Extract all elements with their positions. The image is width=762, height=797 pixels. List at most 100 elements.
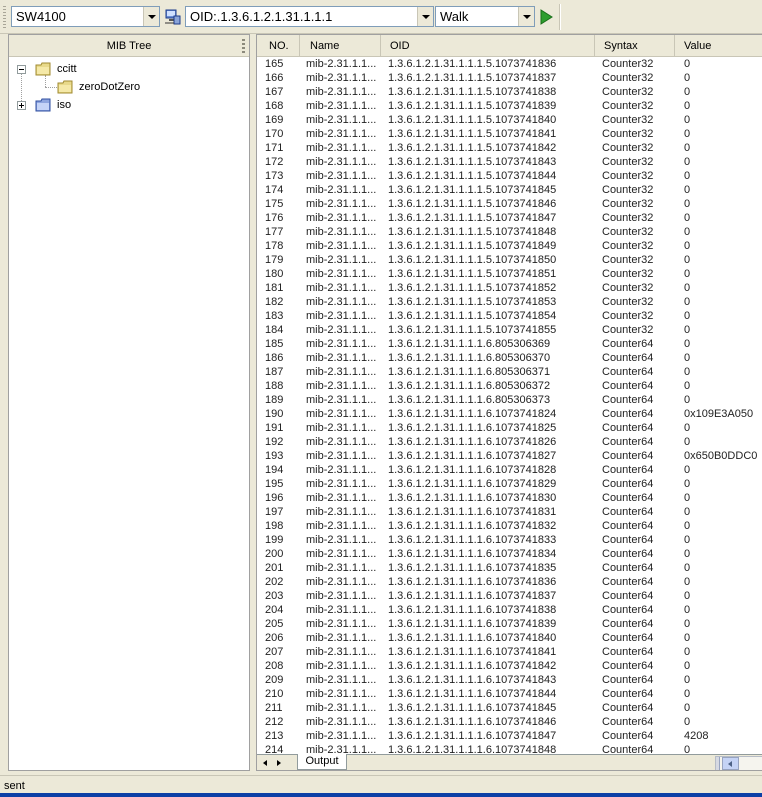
row-value: 0 bbox=[684, 464, 691, 476]
row-oid: 1.3.6.1.2.1.31.1.1.1.5.1073741839 bbox=[388, 100, 557, 112]
table-row[interactable]: 200 mib-2.31.1.1... 1.3.6.1.2.1.31.1.1.1.6… bbox=[257, 547, 762, 561]
table-row[interactable]: 182 mib-2.31.1.1... 1.3.6.1.2.1.31.1.1.1.5… bbox=[257, 295, 762, 309]
table-row[interactable]: 194 mib-2.31.1.1... 1.3.6.1.2.1.31.1.1.1.6… bbox=[257, 463, 762, 477]
network-icon[interactable] bbox=[165, 9, 181, 25]
table-row[interactable]: 202 mib-2.31.1.1... 1.3.6.1.2.1.31.1.1.1.6… bbox=[257, 575, 762, 589]
scroll-left-icon[interactable] bbox=[722, 757, 739, 770]
collapse-icon[interactable] bbox=[17, 65, 26, 74]
table-row[interactable]: 172 mib-2.31.1.1... 1.3.6.1.2.1.31.1.1.1.5… bbox=[257, 155, 762, 169]
table-row[interactable]: 178 mib-2.31.1.1... 1.3.6.1.2.1.31.1.1.1.5… bbox=[257, 239, 762, 253]
column-header-oid[interactable]: OID bbox=[381, 35, 595, 57]
tree-node-ccitt[interactable]: ccitt bbox=[17, 60, 137, 78]
table-row[interactable]: 165 mib-2.31.1.1... 1.3.6.1.2.1.31.1.1.1.5… bbox=[257, 57, 762, 71]
table-row[interactable]: 185 mib-2.31.1.1... 1.3.6.1.2.1.31.1.1.1.6… bbox=[257, 337, 762, 351]
table-row[interactable]: 176 mib-2.31.1.1... 1.3.6.1.2.1.31.1.1.1.5… bbox=[257, 211, 762, 225]
table-row[interactable]: 197 mib-2.31.1.1... 1.3.6.1.2.1.31.1.1.1.6… bbox=[257, 505, 762, 519]
row-name: mib-2.31.1.1... bbox=[306, 730, 377, 742]
row-name: mib-2.31.1.1... bbox=[306, 674, 377, 686]
table-row[interactable]: 198 mib-2.31.1.1... 1.3.6.1.2.1.31.1.1.1.6… bbox=[257, 519, 762, 533]
table-row[interactable]: 183 mib-2.31.1.1... 1.3.6.1.2.1.31.1.1.1.5… bbox=[257, 309, 762, 323]
tree-node-iso[interactable]: iso bbox=[17, 96, 137, 114]
row-oid: 1.3.6.1.2.1.31.1.1.1.5.1073741850 bbox=[388, 254, 557, 266]
tree-node-zerodotzero[interactable]: zeroDotZero bbox=[57, 78, 197, 96]
table-row[interactable]: 213 mib-2.31.1.1... 1.3.6.1.2.1.31.1.1.1.6… bbox=[257, 729, 762, 743]
run-icon[interactable] bbox=[538, 8, 554, 26]
table-row[interactable]: 205 mib-2.31.1.1... 1.3.6.1.2.1.31.1.1.1.6… bbox=[257, 617, 762, 631]
table-row[interactable]: 186 mib-2.31.1.1... 1.3.6.1.2.1.31.1.1.1.6… bbox=[257, 351, 762, 365]
column-header-name[interactable]: Name bbox=[300, 35, 381, 57]
table-row[interactable]: 210 mib-2.31.1.1... 1.3.6.1.2.1.31.1.1.1.6… bbox=[257, 687, 762, 701]
toolbar-grip[interactable] bbox=[3, 6, 6, 28]
grid-body: 165 mib-2.31.1.1... 1.3.6.1.2.1.31.1.1.1.5… bbox=[257, 57, 762, 753]
table-row[interactable]: 181 mib-2.31.1.1... 1.3.6.1.2.1.31.1.1.1.5… bbox=[257, 281, 762, 295]
table-row[interactable]: 196 mib-2.31.1.1... 1.3.6.1.2.1.31.1.1.1.6… bbox=[257, 491, 762, 505]
row-syntax: Counter64 bbox=[602, 562, 654, 574]
tab-scroll-left-icon[interactable] bbox=[263, 760, 267, 766]
table-row[interactable]: 187 mib-2.31.1.1... 1.3.6.1.2.1.31.1.1.1.6… bbox=[257, 365, 762, 379]
row-number: 208 bbox=[265, 660, 284, 672]
table-row[interactable]: 193 mib-2.31.1.1... 1.3.6.1.2.1.31.1.1.1.6… bbox=[257, 449, 762, 463]
table-row[interactable]: 212 mib-2.31.1.1... 1.3.6.1.2.1.31.1.1.1.6… bbox=[257, 715, 762, 729]
row-syntax: Counter32 bbox=[602, 240, 654, 252]
table-row[interactable]: 188 mib-2.31.1.1... 1.3.6.1.2.1.31.1.1.1.6… bbox=[257, 379, 762, 393]
row-value: 0 bbox=[684, 72, 691, 84]
row-name: mib-2.31.1.1... bbox=[306, 380, 377, 392]
row-oid: 1.3.6.1.2.1.31.1.1.1.6.1073741833 bbox=[388, 534, 557, 546]
table-row[interactable]: 174 mib-2.31.1.1... 1.3.6.1.2.1.31.1.1.1.5… bbox=[257, 183, 762, 197]
column-header-syntax[interactable]: Syntax bbox=[595, 35, 675, 57]
row-oid: 1.3.6.1.2.1.31.1.1.1.5.1073741849 bbox=[388, 240, 557, 252]
table-row[interactable]: 168 mib-2.31.1.1... 1.3.6.1.2.1.31.1.1.1.5… bbox=[257, 99, 762, 113]
chevron-down-icon[interactable] bbox=[518, 7, 534, 26]
table-row[interactable]: 180 mib-2.31.1.1... 1.3.6.1.2.1.31.1.1.1.5… bbox=[257, 267, 762, 281]
table-row[interactable]: 177 mib-2.31.1.1... 1.3.6.1.2.1.31.1.1.1.5… bbox=[257, 225, 762, 239]
column-header-no[interactable]: NO. bbox=[257, 35, 300, 57]
table-row[interactable]: 189 mib-2.31.1.1... 1.3.6.1.2.1.31.1.1.1.6… bbox=[257, 393, 762, 407]
row-syntax: Counter32 bbox=[602, 310, 654, 322]
table-row[interactable]: 191 mib-2.31.1.1... 1.3.6.1.2.1.31.1.1.1.6… bbox=[257, 421, 762, 435]
table-row[interactable]: 203 mib-2.31.1.1... 1.3.6.1.2.1.31.1.1.1.6… bbox=[257, 589, 762, 603]
row-syntax: Counter64 bbox=[602, 744, 654, 753]
table-row[interactable]: 214 mib-2.31.1.1... 1.3.6.1.2.1.31.1.1.1.6… bbox=[257, 743, 762, 753]
table-row[interactable]: 166 mib-2.31.1.1... 1.3.6.1.2.1.31.1.1.1.5… bbox=[257, 71, 762, 85]
table-row[interactable]: 169 mib-2.31.1.1... 1.3.6.1.2.1.31.1.1.1.5… bbox=[257, 113, 762, 127]
chevron-down-icon[interactable] bbox=[417, 7, 433, 26]
scrollbar-thumb[interactable] bbox=[716, 757, 720, 770]
table-row[interactable]: 201 mib-2.31.1.1... 1.3.6.1.2.1.31.1.1.1.6… bbox=[257, 561, 762, 575]
row-name: mib-2.31.1.1... bbox=[306, 590, 377, 602]
row-name: mib-2.31.1.1... bbox=[306, 352, 377, 364]
table-row[interactable]: 192 mib-2.31.1.1... 1.3.6.1.2.1.31.1.1.1.6… bbox=[257, 435, 762, 449]
tab-scroll-right-icon[interactable] bbox=[277, 760, 281, 766]
table-row[interactable]: 175 mib-2.31.1.1... 1.3.6.1.2.1.31.1.1.1.5… bbox=[257, 197, 762, 211]
device-combo[interactable]: SW4100 bbox=[11, 6, 160, 27]
expand-icon[interactable] bbox=[17, 101, 26, 110]
table-row[interactable]: 170 mib-2.31.1.1... 1.3.6.1.2.1.31.1.1.1.5… bbox=[257, 127, 762, 141]
table-row[interactable]: 184 mib-2.31.1.1... 1.3.6.1.2.1.31.1.1.1.5… bbox=[257, 323, 762, 337]
row-name: mib-2.31.1.1... bbox=[306, 646, 377, 658]
row-number: 175 bbox=[265, 198, 284, 210]
table-row[interactable]: 195 mib-2.31.1.1... 1.3.6.1.2.1.31.1.1.1.6… bbox=[257, 477, 762, 491]
panel-menu-icon[interactable] bbox=[242, 39, 245, 53]
table-row[interactable]: 173 mib-2.31.1.1... 1.3.6.1.2.1.31.1.1.1.5… bbox=[257, 169, 762, 183]
chevron-down-icon[interactable] bbox=[143, 7, 159, 26]
tab-output[interactable]: Output bbox=[297, 754, 347, 770]
table-row[interactable]: 171 mib-2.31.1.1... 1.3.6.1.2.1.31.1.1.1.5… bbox=[257, 141, 762, 155]
table-row[interactable]: 179 mib-2.31.1.1... 1.3.6.1.2.1.31.1.1.1.5… bbox=[257, 253, 762, 267]
operation-combo[interactable]: Walk bbox=[435, 6, 535, 27]
row-value: 0 bbox=[684, 296, 691, 308]
column-header-value[interactable]: Value bbox=[675, 35, 762, 57]
table-row[interactable]: 211 mib-2.31.1.1... 1.3.6.1.2.1.31.1.1.1.6… bbox=[257, 701, 762, 715]
table-row[interactable]: 167 mib-2.31.1.1... 1.3.6.1.2.1.31.1.1.1.5… bbox=[257, 85, 762, 99]
table-row[interactable]: 190 mib-2.31.1.1... 1.3.6.1.2.1.31.1.1.1.6… bbox=[257, 407, 762, 421]
table-row[interactable]: 208 mib-2.31.1.1... 1.3.6.1.2.1.31.1.1.1.6… bbox=[257, 659, 762, 673]
row-name: mib-2.31.1.1... bbox=[306, 492, 377, 504]
table-row[interactable]: 207 mib-2.31.1.1... 1.3.6.1.2.1.31.1.1.1.6… bbox=[257, 645, 762, 659]
table-row[interactable]: 199 mib-2.31.1.1... 1.3.6.1.2.1.31.1.1.1.6… bbox=[257, 533, 762, 547]
table-row[interactable]: 204 mib-2.31.1.1... 1.3.6.1.2.1.31.1.1.1.6… bbox=[257, 603, 762, 617]
horizontal-scrollbar[interactable] bbox=[715, 756, 762, 770]
oid-combo[interactable]: OID:.1.3.6.1.2.1.31.1.1.1 bbox=[185, 6, 434, 27]
table-row[interactable]: 209 mib-2.31.1.1... 1.3.6.1.2.1.31.1.1.1.6… bbox=[257, 673, 762, 687]
row-number: 199 bbox=[265, 534, 284, 546]
table-row[interactable]: 206 mib-2.31.1.1... 1.3.6.1.2.1.31.1.1.1.6… bbox=[257, 631, 762, 645]
row-number: 192 bbox=[265, 436, 284, 448]
row-value: 0 bbox=[684, 240, 691, 252]
